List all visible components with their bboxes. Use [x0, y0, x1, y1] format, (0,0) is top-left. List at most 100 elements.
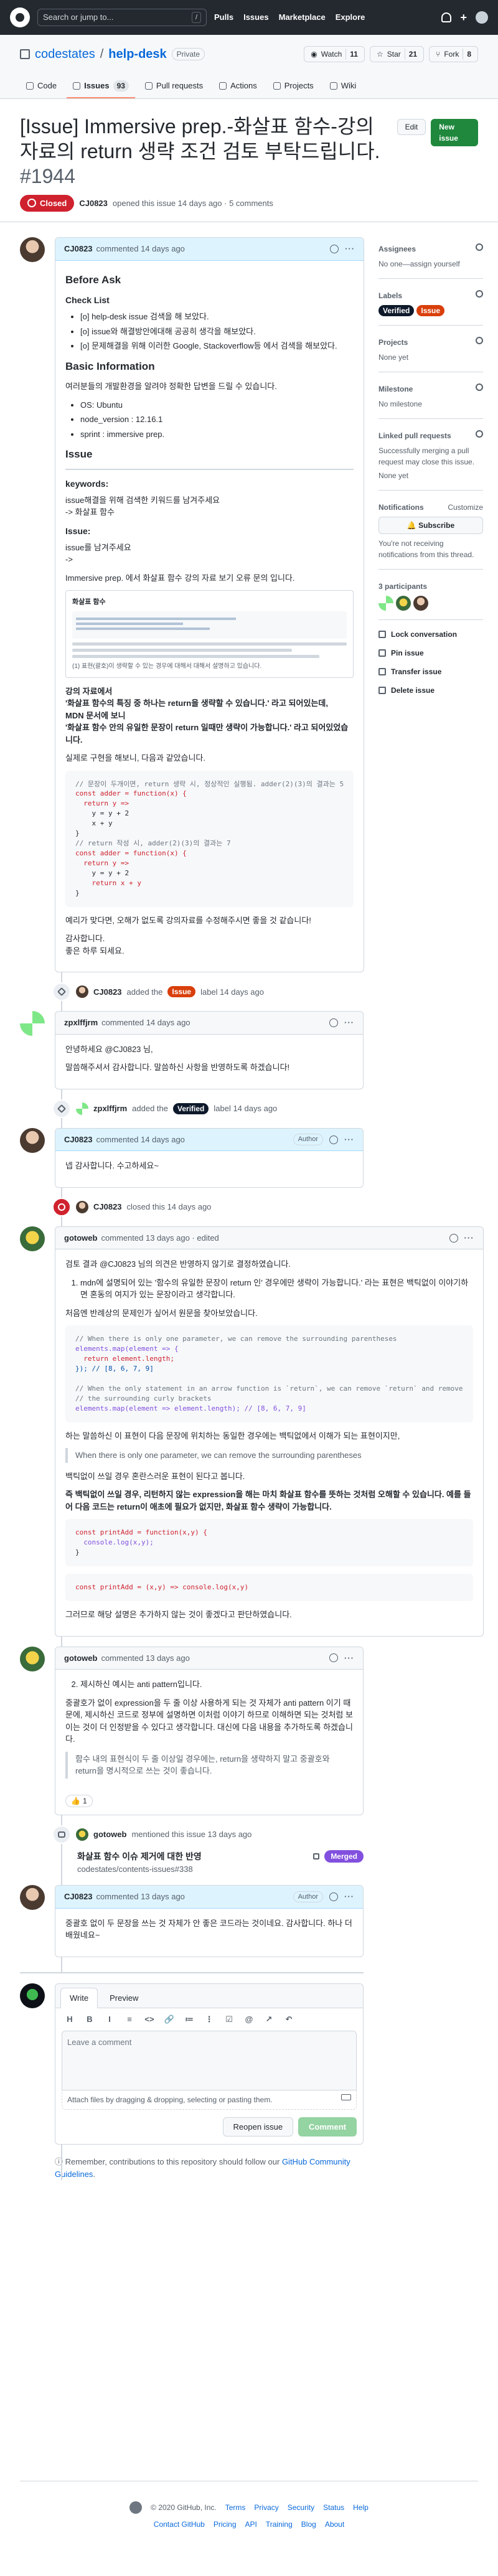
italic-icon[interactable]: I	[104, 2013, 115, 2026]
heading-icon[interactable]: H	[64, 2013, 75, 2026]
repo-owner[interactable]: codestates	[35, 45, 95, 63]
avatar[interactable]	[76, 985, 88, 999]
kebab-icon[interactable]: ···	[464, 1232, 474, 1244]
comment-button[interactable]: Comment	[298, 2117, 357, 2136]
participant-avatar[interactable]	[378, 596, 393, 611]
gear-icon[interactable]	[476, 383, 483, 391]
customize-link[interactable]: Customize	[448, 502, 483, 513]
tab-code[interactable]: Code	[20, 75, 63, 98]
lock-conversation[interactable]: Lock conversation	[378, 625, 483, 644]
avatar[interactable]	[20, 1646, 45, 1671]
gear-icon[interactable]	[476, 430, 483, 438]
comment-time[interactable]: commented 14 days ago	[101, 1017, 190, 1029]
kebab-icon[interactable]: ···	[344, 1891, 354, 1903]
event-actor[interactable]: zpxlffjrm	[93, 1102, 127, 1115]
tab-projects[interactable]: Projects	[267, 75, 320, 98]
avatar[interactable]	[76, 1200, 88, 1213]
event-actor[interactable]: CJ0823	[93, 1201, 122, 1213]
search-input[interactable]: Search or jump to... /	[37, 9, 207, 26]
avatar[interactable]	[20, 1011, 45, 1037]
fork-button[interactable]: ⑂ Fork 8	[429, 46, 478, 62]
event-actor[interactable]: gotoweb	[93, 1828, 126, 1841]
smiley-icon[interactable]	[329, 1892, 338, 1901]
gear-icon[interactable]	[476, 243, 483, 251]
watch-button[interactable]: ◉ Watch 11	[304, 46, 365, 62]
footer-link[interactable]: API	[245, 2519, 257, 2530]
smiley-icon[interactable]	[329, 1653, 338, 1663]
link-icon[interactable]: 🔗	[164, 2013, 175, 2026]
tab-wiki[interactable]: Wiki	[324, 75, 363, 98]
comment-time[interactable]: commented 13 days ago	[101, 1652, 189, 1665]
reaction-thumbs-up[interactable]: 👍 1	[65, 1794, 93, 1807]
plus-icon[interactable]: +	[460, 9, 467, 26]
smiley-icon[interactable]	[329, 1135, 338, 1144]
comment-author[interactable]: gotoweb	[64, 1232, 97, 1244]
label-issue[interactable]: Issue	[167, 986, 196, 998]
footer-link[interactable]: Status	[323, 2502, 344, 2513]
footer-link[interactable]: Pricing	[214, 2519, 237, 2530]
avatar[interactable]	[20, 1983, 45, 2008]
nav-link-explore[interactable]: Explore	[336, 11, 365, 24]
participant-avatar[interactable]	[396, 596, 411, 611]
avatar[interactable]	[20, 1885, 45, 1910]
mention-icon[interactable]: @	[243, 2013, 255, 2026]
comment-time[interactable]: commented 14 days ago	[96, 243, 185, 255]
participant-avatar[interactable]	[413, 596, 428, 611]
label-verified[interactable]: Verified	[378, 305, 415, 316]
assignees-value[interactable]: No one—assign yourself	[378, 258, 483, 270]
avatar[interactable]	[76, 1102, 88, 1115]
lecture-screenshot[interactable]: 화살표 함수 (1) 표현(괄호)이 생략할 수 있는 경우에 대해서 대해서 …	[65, 590, 354, 678]
transfer-issue[interactable]: Transfer issue	[378, 662, 483, 681]
quote-icon[interactable]: ≡	[124, 2013, 135, 2026]
bell-icon[interactable]	[441, 12, 452, 22]
github-logo-icon[interactable]	[10, 7, 30, 27]
bold-icon[interactable]: B	[84, 2013, 95, 2026]
nav-link-marketplace[interactable]: Marketplace	[279, 11, 326, 24]
repo-name[interactable]: help-desk	[108, 45, 166, 63]
comment-time[interactable]: commented 13 days ago	[96, 1891, 185, 1903]
reopen-issue-button[interactable]: Reopen issue	[222, 2117, 294, 2136]
delete-issue[interactable]: Delete issue	[378, 681, 483, 700]
subscribe-button[interactable]: 🔔 Subscribe	[378, 517, 483, 534]
star-button[interactable]: ☆ Star 21	[369, 46, 425, 62]
pin-issue[interactable]: Pin issue	[378, 644, 483, 662]
bullet-list-icon[interactable]: ≔	[184, 2013, 195, 2026]
comment-textarea[interactable]: Leave a comment	[62, 2030, 357, 2090]
footer-link[interactable]: Security	[288, 2502, 314, 2513]
footer-link[interactable]: Training	[266, 2519, 293, 2530]
avatar[interactable]	[20, 237, 45, 262]
kebab-icon[interactable]: ···	[345, 243, 355, 255]
comment-time[interactable]: commented 14 days ago	[96, 1134, 185, 1146]
comment-time[interactable]: commented 13 days ago · edited	[101, 1232, 218, 1244]
comment-author[interactable]: gotoweb	[64, 1652, 97, 1665]
footer-link[interactable]: Help	[353, 2502, 369, 2513]
footer-link[interactable]: Contact GitHub	[154, 2519, 205, 2530]
smiley-icon[interactable]	[329, 1018, 338, 1027]
comment-author[interactable]: CJ0823	[64, 1891, 93, 1903]
label-issue[interactable]: Issue	[416, 305, 445, 316]
comment-author[interactable]: CJ0823	[64, 1134, 93, 1146]
tab-actions[interactable]: Actions	[213, 75, 263, 98]
code-icon[interactable]: <>	[144, 2013, 155, 2026]
new-issue-button[interactable]: New issue	[431, 118, 478, 146]
footer-link[interactable]: About	[325, 2519, 344, 2530]
tab-preview[interactable]: Preview	[100, 1988, 148, 2008]
issue-author[interactable]: CJ0823	[79, 197, 108, 210]
smiley-icon[interactable]	[330, 244, 339, 253]
nav-link-issues[interactable]: Issues	[243, 11, 268, 24]
footer-link[interactable]: Terms	[225, 2502, 246, 2513]
avatar[interactable]	[20, 1226, 45, 1251]
tab-pull-requests[interactable]: Pull requests	[139, 75, 209, 98]
tab-issues[interactable]: Issues 93	[67, 75, 135, 98]
tab-write[interactable]: Write	[60, 1987, 98, 2008]
comment-author[interactable]: zpxlffjrm	[64, 1017, 98, 1029]
footer-link[interactable]: Privacy	[254, 2502, 278, 2513]
comment-author[interactable]: CJ0823	[64, 243, 93, 255]
nav-link-pulls[interactable]: Pulls	[214, 11, 233, 24]
gear-icon[interactable]	[476, 290, 483, 298]
smiley-icon[interactable]	[449, 1233, 458, 1243]
gear-icon[interactable]	[476, 337, 483, 344]
kebab-icon[interactable]: ···	[344, 1134, 354, 1146]
pr-title[interactable]: 화살표 함수 이슈 제거에 대한 반영	[77, 1850, 202, 1863]
edit-button[interactable]: Edit	[397, 118, 426, 135]
